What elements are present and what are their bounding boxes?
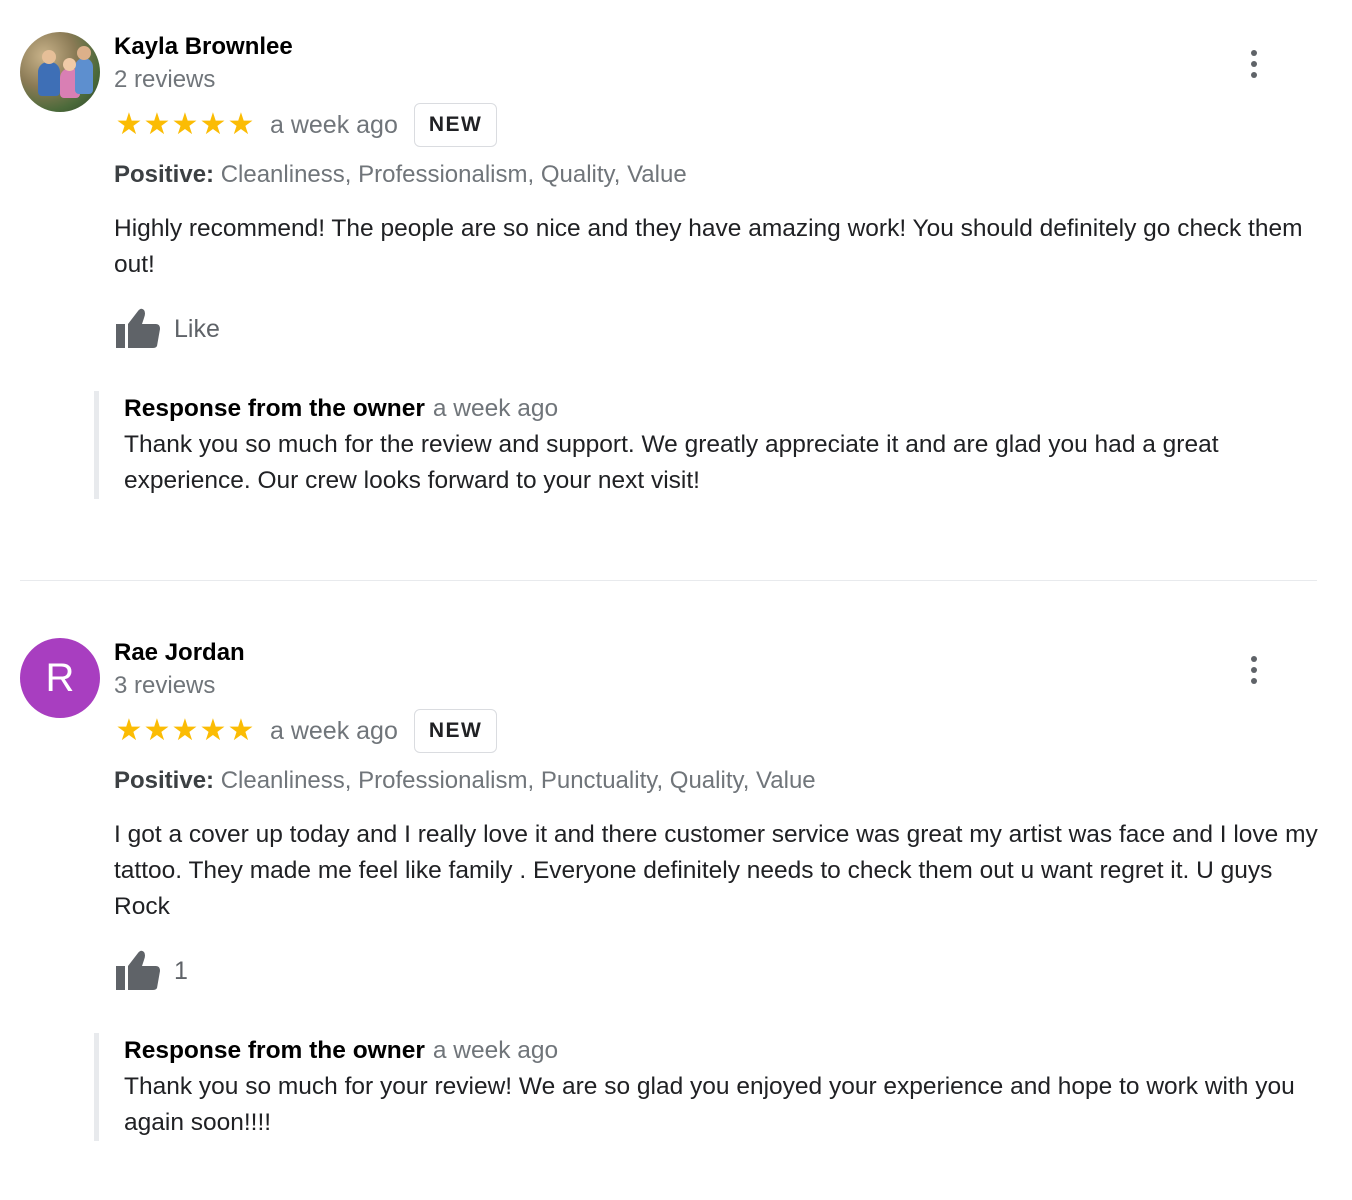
owner-response-title: Response from the owner bbox=[124, 395, 425, 422]
review-text: Highly recommend! The people are so nice… bbox=[114, 215, 1303, 278]
avatar-letter: R bbox=[45, 655, 75, 700]
avatar-figure bbox=[42, 50, 56, 64]
star-icon: ★ bbox=[143, 714, 171, 747]
avatar[interactable] bbox=[20, 32, 100, 112]
star-icon: ★ bbox=[199, 714, 227, 747]
thumb-up-icon bbox=[116, 950, 160, 990]
review-meta: ★ ★ ★ ★ ★ a week ago NEW bbox=[114, 709, 1352, 753]
more-vert-icon[interactable] bbox=[1246, 48, 1262, 80]
review-date: a week ago bbox=[270, 110, 398, 139]
star-icon: ★ bbox=[199, 108, 227, 141]
more-vert-icon[interactable] bbox=[1246, 654, 1262, 686]
owner-response: Response from the owner a week ago Thank … bbox=[94, 1033, 1352, 1141]
like-button[interactable]: 1 bbox=[114, 947, 1352, 995]
star-icon: ★ bbox=[227, 714, 255, 747]
avatar-figure bbox=[63, 58, 76, 71]
reviewer-name[interactable]: Rae Jordan bbox=[114, 636, 1352, 669]
positive-label: Positive: bbox=[114, 161, 215, 188]
owner-response-date: a week ago bbox=[432, 395, 559, 422]
new-badge: NEW bbox=[413, 709, 498, 753]
star-icon: ★ bbox=[171, 108, 199, 141]
like-count: 1 bbox=[174, 956, 188, 985]
owner-response-text: Thank you so much for the review and sup… bbox=[124, 431, 1219, 494]
owner-response-title: Response from the owner bbox=[124, 1037, 425, 1064]
review-text: I got a cover up today and I really love… bbox=[114, 821, 1318, 920]
review-meta: ★ ★ ★ ★ ★ a week ago NEW bbox=[114, 103, 1352, 147]
review-divider bbox=[20, 580, 1317, 581]
review-card: R Rae Jordan 3 reviews ★ ★ ★ ★ ★ a week ago … bbox=[0, 636, 1352, 1141]
owner-response-header: Response from the owner a week ago bbox=[124, 391, 1352, 427]
reviewer-name[interactable]: Kayla Brownlee bbox=[114, 30, 1352, 63]
new-badge: NEW bbox=[413, 103, 498, 147]
avatar-figure bbox=[75, 58, 93, 94]
positive-attributes: Positive: Cleanliness, Professionalism, … bbox=[114, 763, 1352, 799]
avatar[interactable]: R bbox=[20, 638, 100, 718]
star-rating: ★ ★ ★ ★ ★ bbox=[114, 714, 255, 747]
review-card: Kayla Brownlee 2 reviews ★ ★ ★ ★ ★ a week ag… bbox=[0, 30, 1352, 580]
owner-response-header: Response from the owner a week ago bbox=[124, 1033, 1352, 1069]
like-label: Like bbox=[174, 314, 220, 343]
star-icon: ★ bbox=[115, 108, 143, 141]
star-icon: ★ bbox=[227, 108, 255, 141]
star-icon: ★ bbox=[143, 108, 171, 141]
like-button[interactable]: Like bbox=[114, 305, 1352, 353]
star-icon: ★ bbox=[115, 714, 143, 747]
owner-response-text: Thank you so much for your review! We ar… bbox=[124, 1073, 1295, 1136]
owner-response: Response from the owner a week ago Thank … bbox=[94, 391, 1352, 499]
owner-response-date: a week ago bbox=[432, 1037, 559, 1064]
star-icon: ★ bbox=[171, 714, 199, 747]
avatar-figure bbox=[38, 62, 60, 96]
positive-values: Cleanliness, Professionalism, Quality, V… bbox=[214, 161, 687, 188]
positive-label: Positive: bbox=[114, 767, 215, 794]
reviewer-review-count[interactable]: 3 reviews bbox=[114, 669, 1352, 703]
thumb-up-icon bbox=[116, 308, 160, 348]
positive-attributes: Positive: Cleanliness, Professionalism, … bbox=[114, 157, 1352, 193]
positive-values: Cleanliness, Professionalism, Punctualit… bbox=[214, 767, 816, 794]
avatar-figure bbox=[77, 46, 91, 60]
review-date: a week ago bbox=[270, 716, 398, 745]
reviewer-review-count[interactable]: 2 reviews bbox=[114, 63, 1352, 97]
star-rating: ★ ★ ★ ★ ★ bbox=[114, 108, 255, 141]
